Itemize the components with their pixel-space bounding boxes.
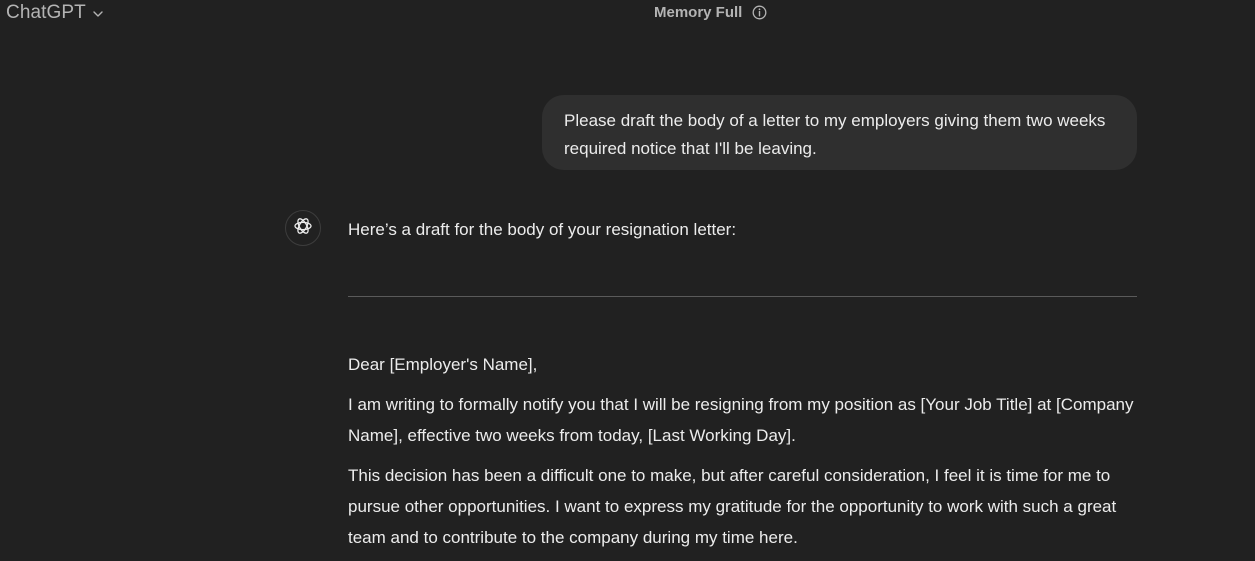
top-bar: ChatGPT Memory Full: [0, 0, 1255, 28]
assistant-intro: Here’s a draft for the body of your resi…: [348, 220, 737, 239]
letter-paragraph: This decision has been a difficult one t…: [348, 466, 1117, 547]
info-icon[interactable]: [752, 5, 767, 20]
assistant-message: Here’s a draft for the body of your resi…: [348, 216, 1140, 561]
model-name: ChatGPT: [6, 2, 86, 23]
letter-paragraph: I am writing to formally notify you that…: [348, 395, 1134, 445]
memory-status-label: Memory Full: [654, 4, 743, 21]
chevron-down-icon: [92, 7, 104, 19]
memory-status[interactable]: Memory Full: [654, 4, 767, 21]
user-message: Please draft the body of a letter to my …: [542, 95, 1137, 170]
chat-window: ChatGPT Memory Full Please draft the bod…: [0, 0, 1255, 561]
assistant-avatar: [285, 210, 321, 246]
letter-body: Dear [Employer's Name], I am writing to …: [348, 349, 1140, 553]
openai-logo-icon: [292, 215, 314, 242]
model-selector-button[interactable]: ChatGPT: [6, 2, 104, 24]
divider: [348, 296, 1137, 297]
letter-salutation: Dear [Employer's Name],: [348, 355, 538, 374]
